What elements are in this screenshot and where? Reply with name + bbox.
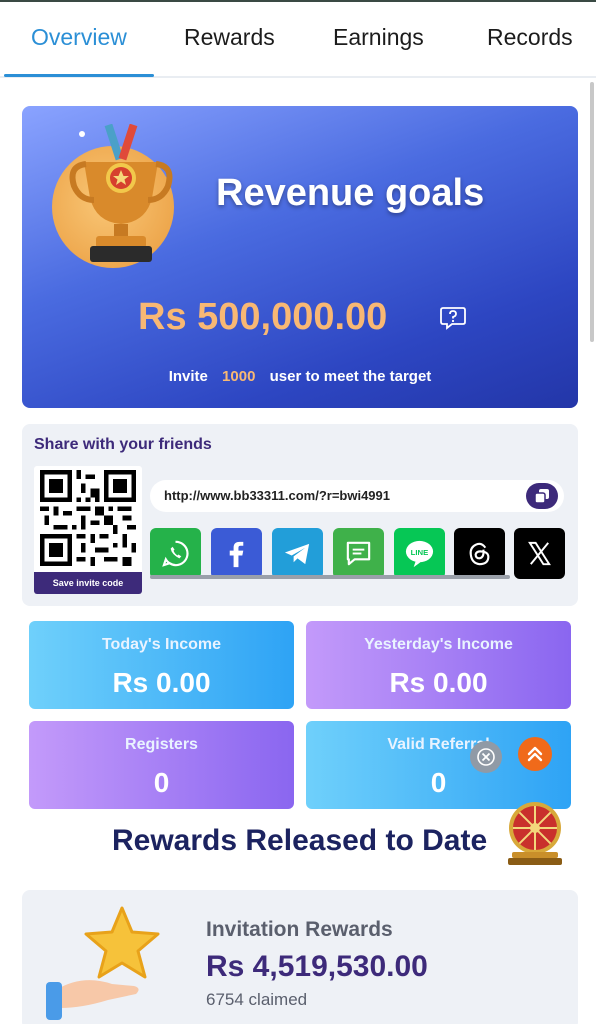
lucky-wheel-icon[interactable] — [504, 800, 566, 866]
whatsapp-icon — [162, 540, 189, 567]
invitation-rewards-amount: Rs 4,519,530.00 — [206, 950, 428, 983]
invite-count: 1000 — [222, 368, 256, 385]
yesterday-income-label: Yesterday's Income — [364, 636, 513, 653]
line-icon-label: LINE — [411, 548, 429, 557]
share-whatsapp-button[interactable] — [150, 528, 201, 579]
copy-button[interactable] — [526, 483, 558, 509]
share-scroll-track[interactable] — [150, 575, 510, 579]
x-icon — [528, 541, 551, 566]
invite-url-field[interactable]: http://www.bb33311.com/?r=bwi4991 — [150, 480, 564, 512]
qr-code-box[interactable]: Save invite code — [34, 466, 142, 594]
line-icon: LINE — [405, 540, 434, 568]
invite-suffix: user to meet the target — [269, 368, 432, 385]
registers-tile: Registers 0 — [29, 721, 294, 809]
today-income-value: Rs 0.00 — [112, 667, 211, 698]
close-icon — [477, 748, 495, 766]
qr-code — [40, 470, 136, 566]
registers-value: 0 — [153, 767, 170, 798]
scrollbar[interactable] — [590, 82, 594, 342]
tab-earnings[interactable]: Earnings — [333, 24, 424, 51]
copy-icon — [534, 489, 549, 504]
telegram-icon — [284, 543, 310, 565]
facebook-icon — [229, 541, 244, 568]
trophy-icon — [69, 124, 173, 262]
yesterday-income-tile: Yesterday's Income Rs 0.00 — [306, 621, 571, 709]
sms-icon — [346, 541, 371, 566]
invitation-claimed-count: 6754 claimed — [206, 990, 308, 1009]
share-facebook-button[interactable] — [211, 528, 262, 579]
share-sms-button[interactable] — [333, 528, 384, 579]
invitation-rewards-title: Invitation Rewards — [206, 918, 393, 941]
save-invite-code-button[interactable]: Save invite code — [34, 572, 142, 594]
threads-icon — [469, 542, 490, 566]
revenue-goal-card: Revenue goals Rs 500,000.00 Invite 1000 … — [22, 106, 578, 408]
share-title: Share with your friends — [34, 436, 212, 453]
invite-target-text: Invite 1000 user to meet the target — [22, 368, 578, 385]
share-card: Share with your friends Save invite code… — [22, 424, 578, 606]
tab-bar: Overview Rewards Earnings Records — [0, 2, 596, 77]
valid-referral-value: 0 — [430, 767, 447, 798]
tab-rewards[interactable]: Rewards — [184, 24, 275, 51]
share-x-button[interactable] — [514, 528, 565, 579]
tab-records[interactable]: Records — [487, 24, 573, 51]
registers-label: Registers — [125, 736, 198, 753]
invite-url: http://www.bb33311.com/?r=bwi4991 — [164, 488, 391, 503]
today-income-tile: Today's Income Rs 0.00 — [29, 621, 294, 709]
invitation-rewards-card: Invitation Rewards Rs 4,519,530.00 6754 … — [22, 890, 578, 1024]
today-income-label: Today's Income — [101, 636, 222, 653]
share-line-button[interactable]: LINE — [394, 528, 445, 579]
help-icon[interactable] — [440, 306, 466, 330]
yesterday-income-value: Rs 0.00 — [389, 667, 488, 698]
invite-prefix: Invite — [168, 368, 208, 385]
active-tab-indicator — [4, 74, 154, 77]
share-threads-button[interactable] — [454, 528, 505, 579]
close-float-button[interactable] — [470, 741, 502, 773]
scroll-top-button[interactable] — [518, 737, 552, 771]
double-chevron-up-icon — [527, 746, 543, 762]
goal-amount: Rs 500,000.00 — [138, 296, 388, 338]
tab-overview[interactable]: Overview — [31, 24, 127, 51]
goal-title: Revenue goals — [216, 172, 485, 214]
star-hand-icon — [46, 906, 160, 1020]
share-telegram-button[interactable] — [272, 528, 323, 579]
rewards-released-title: Rewards Released to Date — [112, 824, 488, 857]
